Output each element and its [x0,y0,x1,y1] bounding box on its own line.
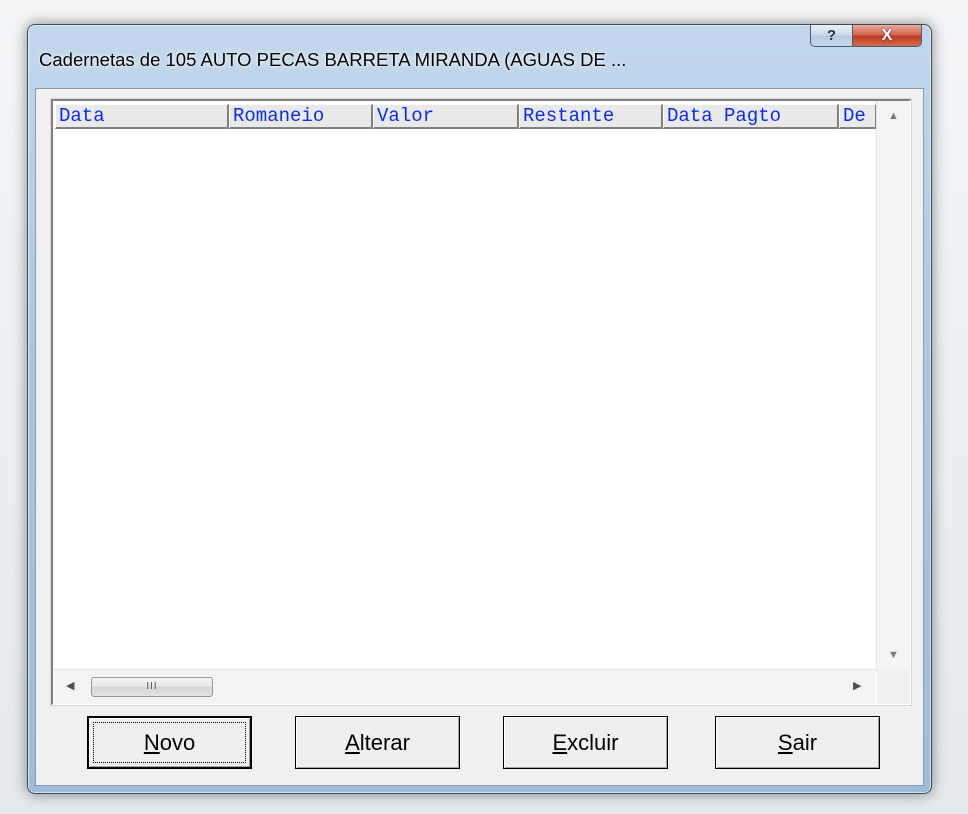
novo-button[interactable]: Novo [87,716,252,769]
horizontal-scrollbar[interactable]: ◀ III ▶ [53,669,876,704]
grid-header-row: Data Romaneio Valor Restante Data Pagto … [55,104,877,129]
sair-accel: S [777,729,793,755]
column-header-valor[interactable]: Valor [373,104,519,129]
novo-label: ovo [159,729,196,755]
help-icon: ? [826,27,837,44]
sair-label: air [792,729,818,755]
scroll-up-icon[interactable]: ▲ [877,110,910,122]
excluir-label: xcluir [567,729,619,755]
scrollbar-corner [877,670,910,704]
title-bar[interactable]: Cadernetas de 105 AUTO PECAS BARRETA MIR… [28,25,931,89]
column-header-data[interactable]: Data [55,104,229,129]
dialog-window: Cadernetas de 105 AUTO PECAS BARRETA MIR… [27,24,932,794]
column-header-romaneio[interactable]: Romaneio [229,104,373,129]
sair-button[interactable]: Sair [715,716,880,769]
cadernetas-grid[interactable]: Data Romaneio Valor Restante Data Pagto … [50,98,912,706]
close-button[interactable]: X [852,25,922,47]
column-header-restante[interactable]: Restante [519,104,663,129]
horizontal-scroll-thumb[interactable]: III [91,677,213,697]
window-title: Cadernetas de 105 AUTO PECAS BARRETA MIR… [39,49,627,70]
caption-buttons: ? X [810,25,922,47]
scroll-left-icon[interactable]: ◀ [66,679,74,692]
alterar-button[interactable]: Alterar [295,716,460,769]
excluir-button[interactable]: Excluir [503,716,668,769]
column-header-data-pagto[interactable]: Data Pagto [663,104,839,129]
novo-accel: N [143,729,160,755]
close-icon: X [881,26,893,44]
alterar-accel: A [345,729,360,755]
column-header-de[interactable]: De [839,104,877,129]
alterar-label: lterar [359,729,410,755]
help-button[interactable]: ? [810,25,853,47]
vertical-scrollbar[interactable]: ▲ ▼ [876,101,910,671]
scroll-right-icon[interactable]: ▶ [853,679,861,692]
client-area: Data Romaneio Valor Restante Data Pagto … [35,88,924,786]
excluir-accel: E [552,729,568,755]
scroll-down-icon[interactable]: ▼ [877,649,910,661]
